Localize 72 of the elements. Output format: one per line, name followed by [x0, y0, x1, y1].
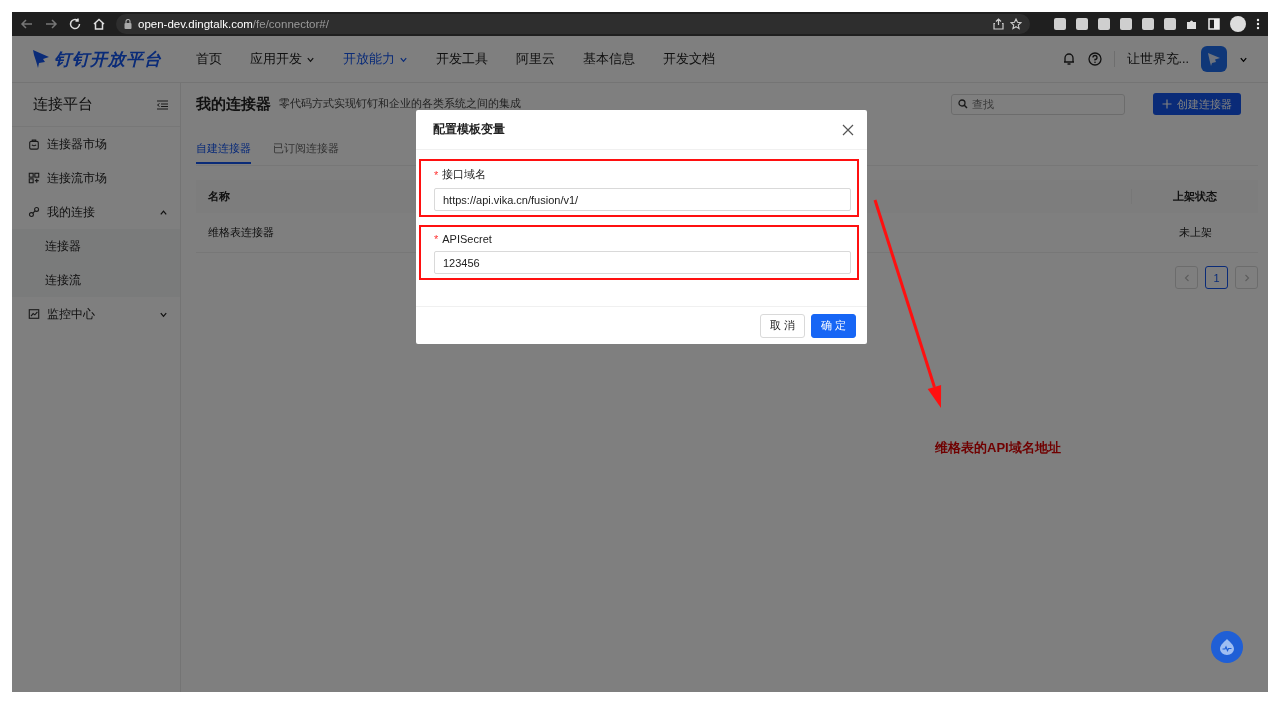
field-label: APISecret [442, 233, 492, 245]
cancel-button[interactable]: 取 消 [760, 313, 805, 338]
nav-item[interactable]: 开放能力 [329, 50, 422, 68]
nav-item[interactable]: 阿里云 [502, 50, 569, 68]
nav-item[interactable]: 开发工具 [422, 50, 502, 68]
puzzle-icon[interactable] [1186, 18, 1198, 30]
nav-item[interactable]: 应用开发 [236, 50, 329, 68]
chevron-right-icon [1242, 273, 1251, 282]
sidebar-title: 连接平台 [33, 95, 93, 114]
help-icon[interactable] [1087, 52, 1102, 66]
search-icon [958, 99, 968, 109]
more-icon[interactable] [1256, 18, 1260, 30]
share-icon[interactable] [993, 18, 1004, 30]
page-subtitle: 零代码方式实现钉钉和企业的各类系统之间的集成 [279, 97, 521, 111]
sidebar-item[interactable]: 监控中心 [12, 297, 180, 331]
column-header: 上架状态 [1173, 190, 1217, 202]
sidebar-subitem[interactable]: 连接流 [12, 263, 180, 297]
plus-icon [1162, 99, 1172, 109]
reload-icon[interactable] [68, 17, 82, 31]
droplet-icon [1218, 638, 1236, 656]
user-name[interactable]: 让世界充... [1126, 50, 1189, 68]
star-icon[interactable] [1010, 18, 1022, 30]
url-text: open-dev.dingtalk.com/fe/connector#/ [138, 18, 329, 30]
sidebar-item[interactable]: 我的连接 [12, 195, 180, 229]
search-field[interactable]: 查找 [951, 93, 1125, 115]
address-bar[interactable]: open-dev.dingtalk.com/fe/connector#/ [116, 14, 1030, 34]
table-cell: 未上架 [1178, 226, 1212, 238]
extension-icon[interactable] [1076, 18, 1088, 30]
sidebar-item[interactable]: 连接流市场 [12, 161, 180, 195]
extension-icon[interactable] [1054, 18, 1066, 30]
field-label: 接口域名 [442, 167, 487, 182]
extension-icon[interactable] [1098, 18, 1110, 30]
nav-item[interactable]: 基本信息 [569, 50, 649, 68]
home-icon[interactable] [92, 17, 106, 31]
column-header: 名称 [208, 190, 230, 202]
annotation-text: 维格表的API域名地址 [935, 439, 1061, 457]
nav-item[interactable]: 首页 [182, 50, 236, 68]
forward-icon[interactable] [44, 17, 58, 31]
profile-avatar[interactable] [1230, 16, 1246, 32]
bag-icon [28, 138, 40, 150]
extension-icon[interactable] [1164, 18, 1176, 30]
grid-icon [28, 172, 40, 184]
sidebar-item[interactable]: 连接器市场 [12, 127, 180, 161]
tab[interactable]: 已订阅连接器 [273, 136, 339, 164]
logo-text: 钉钉开放平台 [54, 48, 162, 71]
extension-icon[interactable] [1142, 18, 1154, 30]
nav-item[interactable]: 开发文档 [649, 50, 729, 68]
user-avatar[interactable] [1201, 46, 1227, 72]
page-title: 我的连接器 [196, 94, 271, 114]
sidebar-subitem[interactable]: 连接器 [12, 229, 180, 263]
input-field[interactable]: https://api.vika.cn/fusion/v1/ [434, 188, 851, 211]
chevron-left-icon [1182, 273, 1191, 282]
input-field[interactable]: 123456 [434, 251, 851, 274]
dialog-title: 配置模板变量 [433, 121, 505, 138]
chart-icon [28, 308, 40, 320]
collapse-menu-icon[interactable] [157, 99, 168, 110]
create-connector-button[interactable]: 创建连接器 [1153, 93, 1241, 115]
search-input[interactable]: 查找 [972, 98, 1102, 110]
table-cell: 维格表连接器 [208, 226, 274, 238]
back-icon[interactable] [20, 17, 34, 31]
link-icon [28, 206, 40, 218]
required-mark: * [434, 168, 439, 181]
extension-icon[interactable] [1120, 18, 1132, 30]
assistant-button[interactable] [1211, 631, 1243, 663]
confirm-button[interactable]: 确 定 [811, 313, 856, 338]
close-icon[interactable] [842, 123, 854, 136]
required-mark: * [434, 233, 439, 245]
lock-icon [124, 19, 132, 29]
tab[interactable]: 自建连接器 [196, 136, 251, 164]
page-button[interactable]: 1 [1205, 266, 1228, 289]
sidebar-icon[interactable] [1208, 18, 1220, 30]
bell-icon[interactable] [1061, 52, 1076, 66]
